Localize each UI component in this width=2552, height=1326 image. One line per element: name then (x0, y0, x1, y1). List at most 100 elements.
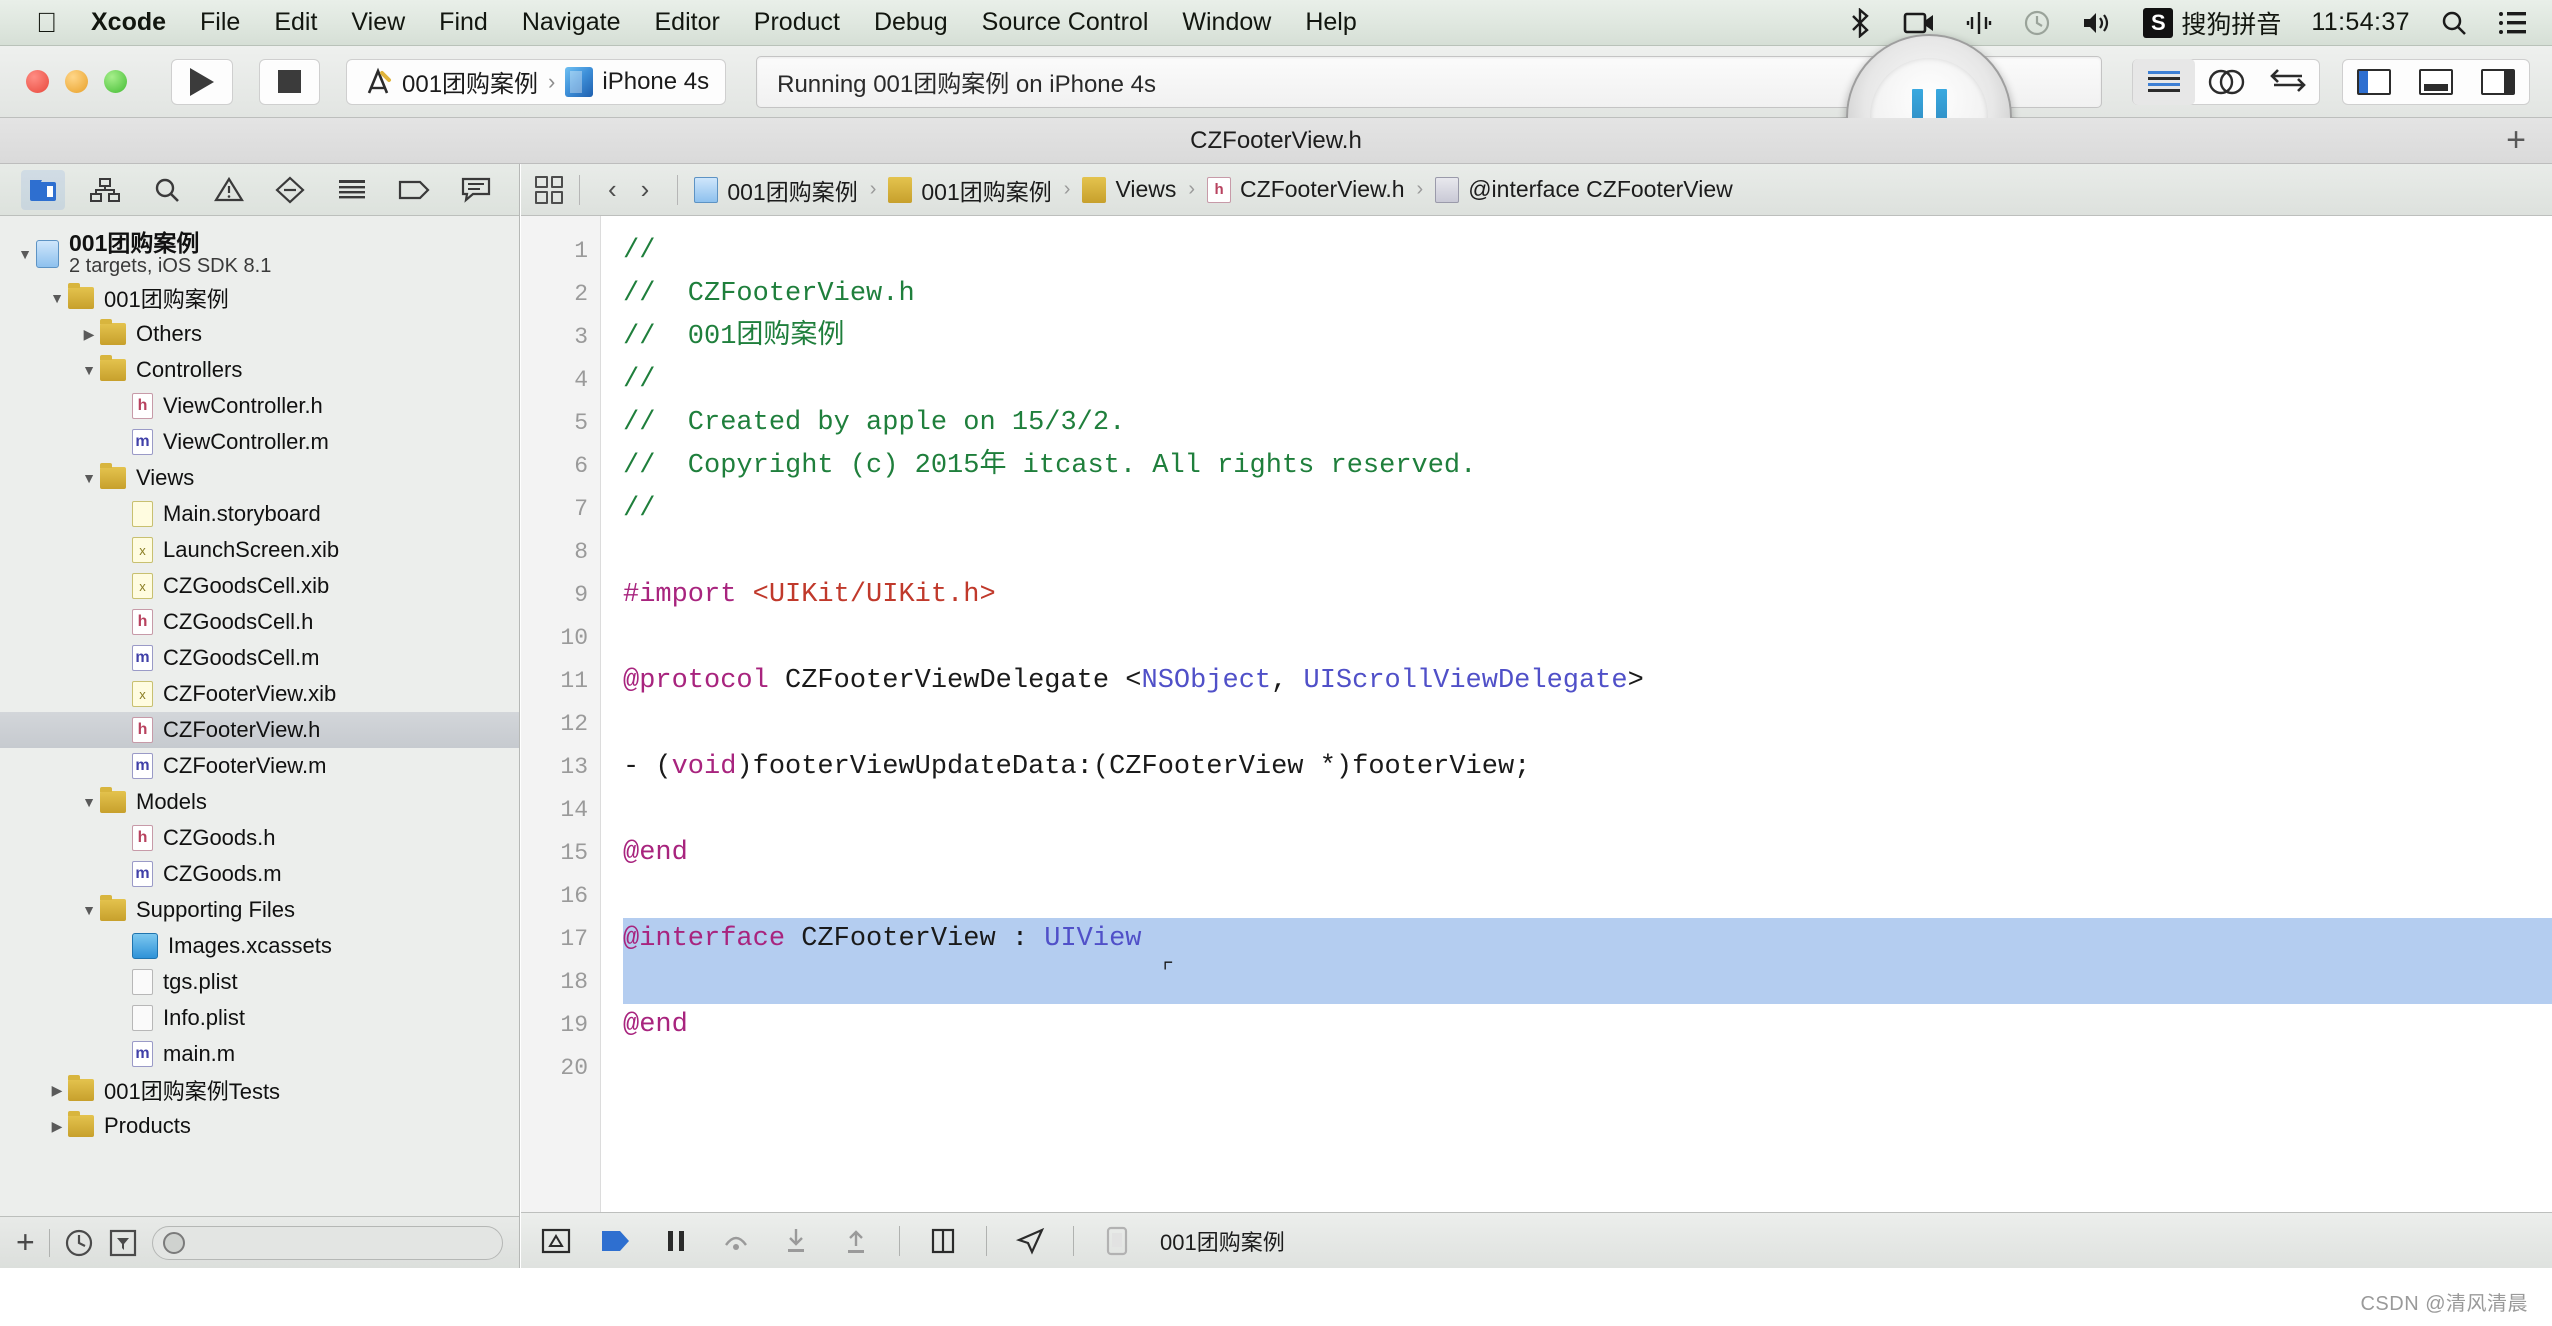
breadcrumb-item-project[interactable]: 001团购案例 › (694, 173, 888, 207)
menu-item-source-control[interactable]: Source Control (982, 8, 1149, 37)
tree-row-file-selected[interactable]: h CZFooterView.h (0, 712, 519, 748)
tree-item-label: CZGoodsCell.xib (163, 573, 330, 598)
tree-row-supporting-files[interactable]: ▼ Supporting Files (0, 892, 519, 928)
zoom-button[interactable] (104, 70, 127, 93)
menu-item-help[interactable]: Help (1305, 8, 1356, 37)
disclosure-triangle-icon[interactable]: ▼ (14, 246, 36, 262)
source-control-filter-icon[interactable] (108, 1228, 138, 1258)
apple-logo-icon[interactable]:  (36, 8, 57, 37)
tree-row-tests[interactable]: ▶ 001团购案例Tests (0, 1072, 519, 1108)
tree-row-controllers[interactable]: ▼ Controllers (0, 352, 519, 388)
page-title: CZFooterView.h (1190, 126, 1362, 154)
folder-icon (68, 1111, 94, 1137)
line-number: 16 (560, 883, 588, 909)
sidebar-item-report-navigator[interactable] (454, 170, 498, 210)
tree-row-file[interactable]: Images.xcassets (0, 928, 519, 964)
screen-record-icon[interactable] (1903, 10, 1935, 36)
tree-row-file[interactable]: x CZFooterView.xib (0, 676, 519, 712)
sidebar-item-issue-navigator[interactable] (207, 170, 251, 210)
tree-row-views[interactable]: ▼ Views (0, 460, 519, 496)
tree-row-file[interactable]: m ViewController.m (0, 424, 519, 460)
project-navigator-tree[interactable]: ▼ 001团购案例 2 targets, iOS SDK 8.1 ▼ 001团购案… (0, 216, 519, 1216)
simulate-location-icon[interactable] (1013, 1225, 1047, 1257)
breadcrumb-item-views[interactable]: Views › (1082, 176, 1207, 203)
tree-row-file[interactable]: x LaunchScreen.xib (0, 532, 519, 568)
search-input[interactable] (192, 1231, 502, 1254)
breadcrumb-item-symbol[interactable]: @interface CZFooterView (1435, 176, 1733, 203)
hide-debug-area-icon[interactable] (539, 1225, 573, 1257)
code-content[interactable]: // // CZFooterView.h // 001团购案例 // // Cr… (601, 216, 2552, 1212)
sidebar-item-find-navigator[interactable] (145, 170, 189, 210)
sidebar-item-test-navigator[interactable] (268, 170, 312, 210)
tree-row-file[interactable]: h ViewController.h (0, 388, 519, 424)
volume-icon[interactable] (2081, 9, 2113, 37)
input-method-indicator[interactable]: S 搜狗拼音 (2143, 5, 2281, 41)
standard-editor-button[interactable] (2133, 58, 2195, 105)
run-button[interactable] (171, 58, 233, 105)
time-machine-icon[interactable] (2023, 9, 2051, 37)
navigator-toggle-button[interactable] (2343, 59, 2405, 105)
recent-files-icon[interactable] (64, 1228, 94, 1258)
assistant-editor-button[interactable] (2195, 59, 2257, 105)
tree-row-file[interactable]: Main.storyboard (0, 496, 519, 532)
pause-execution-icon[interactable] (659, 1225, 693, 1257)
utilities-toggle-button[interactable] (2467, 59, 2529, 105)
tree-row-file[interactable]: m CZFooterView.m (0, 748, 519, 784)
tree-row-file[interactable]: h CZGoodsCell.h (0, 604, 519, 640)
tree-row-file[interactable]: tgs.plist (0, 964, 519, 1000)
airdrop-icon[interactable] (1965, 9, 1993, 37)
menu-item-debug[interactable]: Debug (874, 8, 948, 37)
tree-row-file[interactable]: m CZGoodsCell.m (0, 640, 519, 676)
menu-item-file[interactable]: File (200, 8, 240, 37)
back-button[interactable]: ‹ (596, 174, 629, 205)
tree-row-file[interactable]: Info.plist (0, 1000, 519, 1036)
sidebar-item-breakpoint-navigator[interactable] (392, 170, 436, 210)
minimize-button[interactable] (65, 70, 88, 93)
add-editor-button[interactable]: + (2506, 121, 2526, 160)
sidebar-item-debug-navigator[interactable] (330, 170, 374, 210)
breadcrumb-item-group[interactable]: 001团购案例 › (888, 173, 1082, 207)
tree-row-file[interactable]: h CZGoods.h (0, 820, 519, 856)
continue-icon[interactable] (599, 1225, 633, 1257)
tree-row-file[interactable]: m CZGoods.m (0, 856, 519, 892)
menubar-clock[interactable]: 11:54:37 (2311, 8, 2410, 37)
stop-button[interactable] (259, 58, 320, 105)
version-editor-button[interactable] (2257, 59, 2319, 105)
debug-area-toggle-button[interactable] (2405, 59, 2467, 105)
spotlight-search-icon[interactable] (2440, 9, 2468, 37)
tree-row-project[interactable]: ▼ 001团购案例 2 targets, iOS SDK 8.1 (0, 228, 519, 280)
tree-row-group[interactable]: ▼ 001团购案例 (0, 280, 519, 316)
step-into-icon[interactable] (779, 1225, 813, 1257)
menu-item-navigate[interactable]: Navigate (522, 8, 621, 37)
sidebar-item-project-navigator[interactable] (20, 169, 65, 210)
close-button[interactable] (26, 70, 49, 93)
breadcrumb-item-file[interactable]: h CZFooterView.h › (1207, 176, 1435, 203)
tree-row-others[interactable]: ▶ Others (0, 316, 519, 352)
menu-item-xcode[interactable]: Xcode (91, 8, 166, 37)
tree-row-file[interactable]: m main.m (0, 1036, 519, 1072)
menu-item-view[interactable]: View (351, 8, 405, 37)
add-file-button[interactable]: + (16, 1224, 35, 1261)
notification-center-icon[interactable] (2498, 10, 2528, 36)
menu-item-edit[interactable]: Edit (274, 8, 317, 37)
scheme-selector[interactable]: 001团购案例 › iPhone 4s (346, 58, 727, 105)
menu-item-editor[interactable]: Editor (654, 8, 719, 37)
menu-item-product[interactable]: Product (754, 8, 840, 37)
step-out-icon[interactable] (839, 1225, 873, 1257)
forward-button[interactable]: › (629, 174, 662, 205)
tree-item-label: Models (136, 789, 207, 814)
sidebar-item-symbol-navigator[interactable] (83, 170, 127, 210)
menu-item-find[interactable]: Find (439, 8, 488, 37)
view-hierarchy-icon[interactable] (926, 1225, 960, 1257)
tree-row-products[interactable]: ▶ Products (0, 1108, 519, 1144)
tree-row-models[interactable]: ▼ Models (0, 784, 519, 820)
menu-item-window[interactable]: Window (1182, 8, 1271, 37)
bluetooth-icon[interactable] (1847, 7, 1873, 38)
step-over-icon[interactable] (719, 1225, 753, 1257)
navigator-filter-field[interactable] (151, 1225, 503, 1260)
tree-row-file[interactable]: x CZGoodsCell.xib (0, 568, 519, 604)
code-editor[interactable]: 1 2 3 4 5 6 7 8 9 10 11 12 ! 13 14 15 16… (521, 216, 2552, 1212)
tree-item-label: ViewController.h (163, 393, 323, 418)
related-files-icon[interactable] (535, 175, 563, 204)
